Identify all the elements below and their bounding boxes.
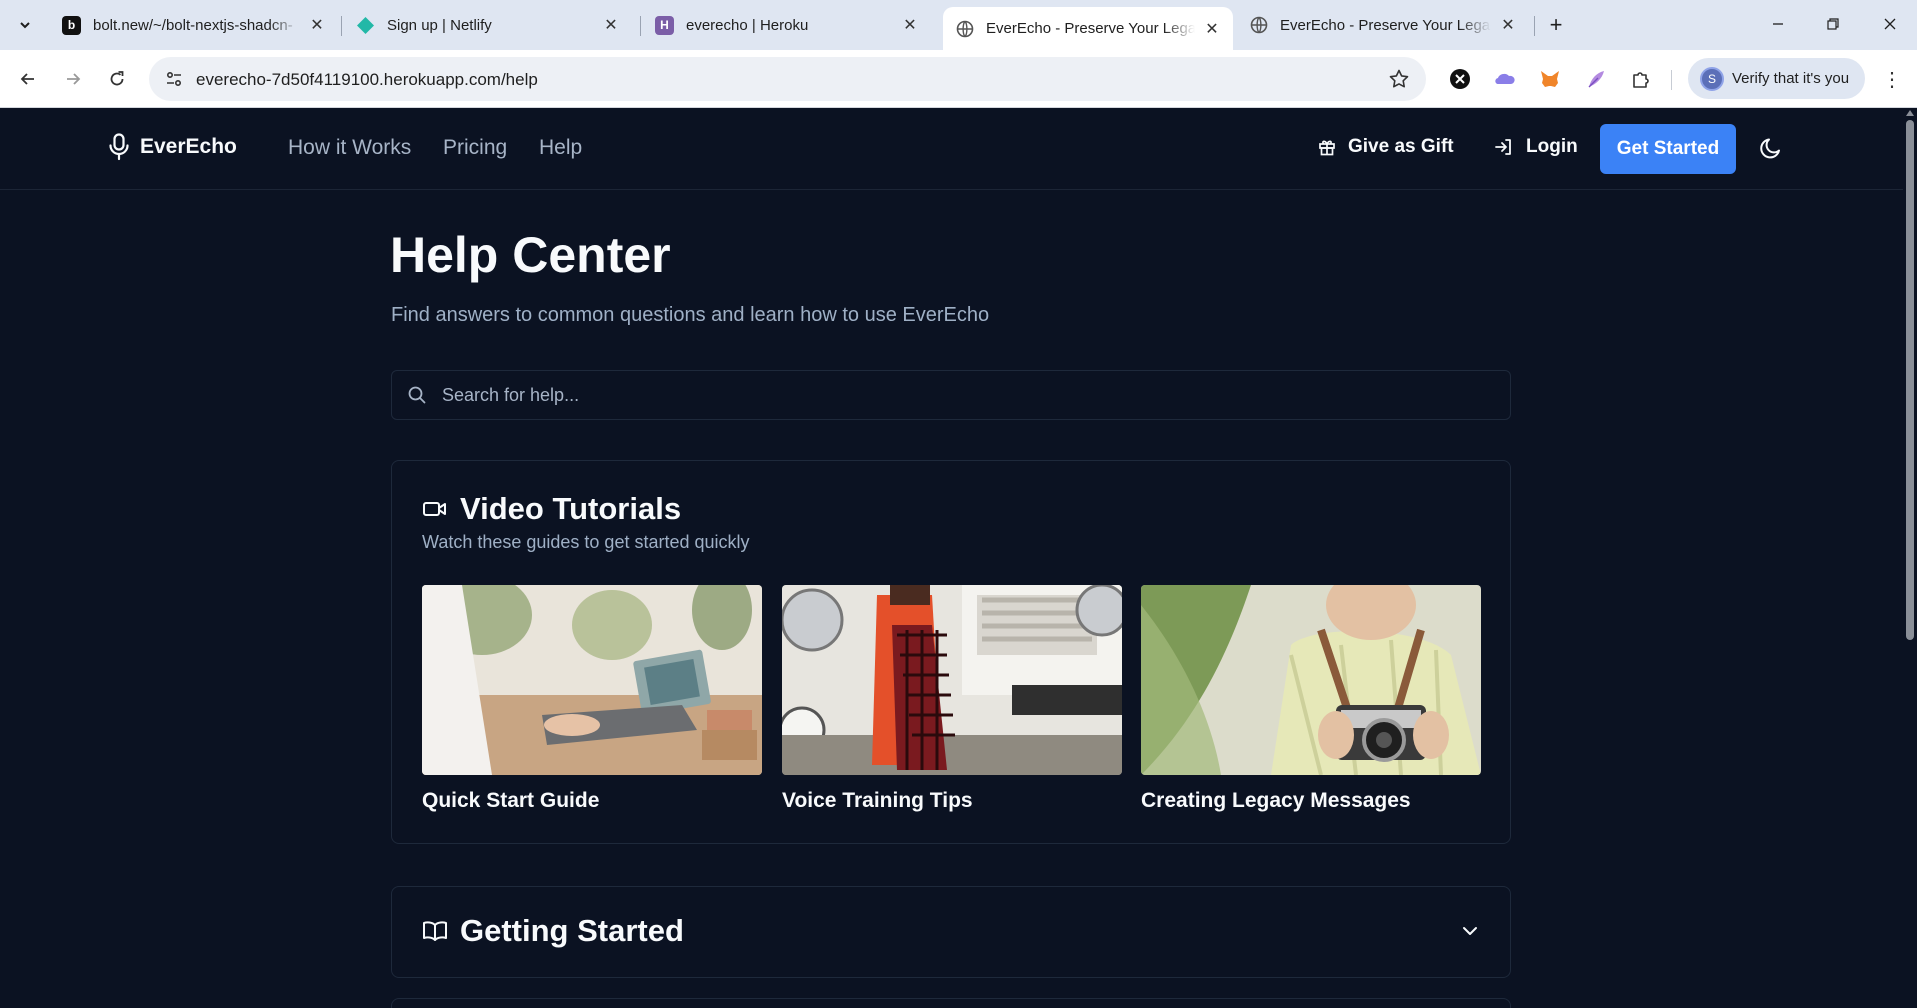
tab-netlify[interactable]: Sign up | Netlify ✕ — [344, 7, 632, 43]
nav-pricing[interactable]: Pricing — [443, 136, 507, 160]
arrow-right-icon — [67, 73, 81, 85]
tab-everecho[interactable]: EverEcho - Preserve Your Legacy ✕ — [1237, 7, 1529, 43]
get-started-button[interactable]: Get Started — [1600, 124, 1736, 174]
video-thumbnail[interactable] — [1141, 585, 1481, 775]
heroku-icon: H — [655, 15, 674, 35]
microphone-icon — [109, 133, 129, 161]
gift-label: Give as Gift — [1348, 136, 1454, 157]
getting-started-heading[interactable]: Getting Started — [422, 913, 684, 949]
nav-help[interactable]: Help — [539, 136, 582, 160]
minimize-button[interactable] — [1763, 12, 1793, 36]
close-icon — [1884, 18, 1896, 30]
close-icon[interactable]: ✕ — [901, 16, 919, 34]
avatar: S — [1700, 66, 1724, 91]
back-button[interactable] — [14, 65, 42, 93]
video-tutorials-heading: Video Tutorials — [422, 491, 681, 527]
login-icon — [1495, 139, 1511, 155]
bolt-icon: b — [62, 15, 81, 35]
extensions-puzzle-icon[interactable] — [1629, 67, 1653, 91]
brand-name: EverEcho — [140, 135, 237, 158]
scroll-up-arrow-icon[interactable] — [1906, 110, 1914, 116]
close-icon[interactable]: ✕ — [1203, 20, 1221, 38]
url-bar[interactable]: everecho-7d50f4119100.herokuapp.com/help — [149, 57, 1426, 101]
globe-icon — [1249, 16, 1268, 35]
brand-logo[interactable]: EverEcho — [108, 133, 237, 161]
login-label: Login — [1526, 136, 1578, 157]
metamask-fox-icon[interactable] — [1538, 67, 1562, 91]
page-viewport: EverEcho How it Works Pricing Help Give … — [0, 108, 1917, 1008]
tab-title: EverEcho - Preserve Your Legacy — [1280, 16, 1491, 34]
tab-search-button[interactable] — [11, 11, 39, 39]
next-accordion[interactable] — [391, 998, 1511, 1008]
video-title[interactable]: Quick Start Guide — [422, 789, 762, 813]
video-thumbnail[interactable] — [422, 585, 762, 775]
restore-button[interactable] — [1818, 12, 1848, 36]
site-settings-icon[interactable] — [163, 68, 185, 90]
page-subtitle: Find answers to common questions and lea… — [391, 304, 990, 326]
section-title: Getting Started — [460, 913, 684, 948]
reload-icon — [110, 71, 124, 86]
close-icon[interactable]: ✕ — [1499, 16, 1517, 34]
chevron-down-icon — [20, 22, 30, 29]
theme-toggle-moon-icon[interactable] — [1758, 135, 1784, 161]
quill-extension-icon[interactable] — [1584, 67, 1608, 91]
tab-divider — [1534, 16, 1535, 36]
section-title: Video Tutorials — [460, 491, 682, 526]
tab-everecho-active[interactable]: EverEcho - Preserve Your Legacy ✕ — [943, 7, 1233, 50]
video-title[interactable]: Creating Legacy Messages — [1141, 789, 1481, 813]
video-camera-icon — [423, 502, 446, 516]
arrow-left-icon — [20, 73, 34, 85]
forward-button[interactable] — [59, 65, 87, 93]
close-icon[interactable]: ✕ — [602, 16, 620, 34]
netlify-icon — [356, 16, 375, 35]
profile-verify-button[interactable]: S Verify that it's you — [1688, 58, 1865, 99]
tab-divider — [640, 16, 641, 36]
page-title: Help Center — [390, 227, 671, 283]
video-item-quick-start[interactable]: Quick Start Guide — [422, 585, 762, 813]
bookmark-star-icon[interactable] — [1388, 68, 1410, 90]
close-window-button[interactable] — [1875, 12, 1905, 36]
url-text: everecho-7d50f4119100.herokuapp.com/help — [196, 70, 538, 89]
browser-menu-icon[interactable]: ⋮ — [1880, 67, 1904, 91]
scrollbar-thumb[interactable] — [1906, 120, 1914, 640]
give-as-gift-button[interactable]: Give as Gift — [1318, 136, 1454, 158]
video-title[interactable]: Voice Training Tips — [782, 789, 1122, 813]
globe-icon — [955, 19, 974, 38]
tab-divider — [341, 16, 342, 36]
chevron-down-icon[interactable] — [1460, 921, 1480, 941]
browser-tab-bar: b bolt.new/~/bolt-nextjs-shadcn- ✕ Sign … — [0, 0, 1917, 50]
book-open-icon — [423, 921, 447, 941]
browser-address-bar: everecho-7d50f4119100.herokuapp.com/help… — [0, 50, 1917, 108]
video-tutorials-card: Video Tutorials Watch these guides to ge… — [391, 460, 1511, 844]
gift-icon — [1319, 140, 1335, 156]
tab-title: EverEcho - Preserve Your Legacy — [986, 20, 1195, 37]
profile-label: Verify that it's you — [1732, 70, 1850, 87]
tab-title: bolt.new/~/bolt-nextjs-shadcn- — [93, 16, 293, 34]
getting-started-accordion[interactable]: Getting Started — [391, 886, 1511, 978]
help-search — [391, 370, 1511, 420]
cloud-extension-icon[interactable] — [1493, 67, 1517, 91]
video-thumbnail[interactable] — [782, 585, 1122, 775]
tab-title: Sign up | Netlify — [387, 16, 492, 34]
page-scrollbar[interactable] — [1903, 108, 1917, 1008]
toolbar-divider — [1671, 70, 1672, 90]
tab-heroku[interactable]: H everecho | Heroku ✕ — [643, 7, 931, 43]
minimize-icon — [1773, 23, 1783, 25]
x-extension-icon[interactable] — [1448, 67, 1472, 91]
search-icon — [408, 386, 426, 404]
video-item-legacy-messages[interactable]: Creating Legacy Messages — [1141, 585, 1481, 813]
new-tab-button[interactable]: + — [1542, 11, 1570, 39]
login-button[interactable]: Login — [1494, 136, 1578, 158]
tab-title: everecho | Heroku — [686, 16, 809, 34]
tab-bolt[interactable]: b bolt.new/~/bolt-nextjs-shadcn- ✕ — [50, 7, 338, 43]
close-icon[interactable]: ✕ — [308, 16, 326, 34]
nav-how-it-works[interactable]: How it Works — [288, 136, 411, 160]
reload-button[interactable] — [103, 65, 131, 93]
search-input[interactable] — [442, 371, 1492, 419]
video-tutorials-subtitle: Watch these guides to get started quickl… — [422, 532, 750, 552]
video-item-voice-training[interactable]: Voice Training Tips — [782, 585, 1122, 813]
restore-icon — [1827, 18, 1839, 30]
site-header: EverEcho How it Works Pricing Help Give … — [0, 108, 1903, 190]
